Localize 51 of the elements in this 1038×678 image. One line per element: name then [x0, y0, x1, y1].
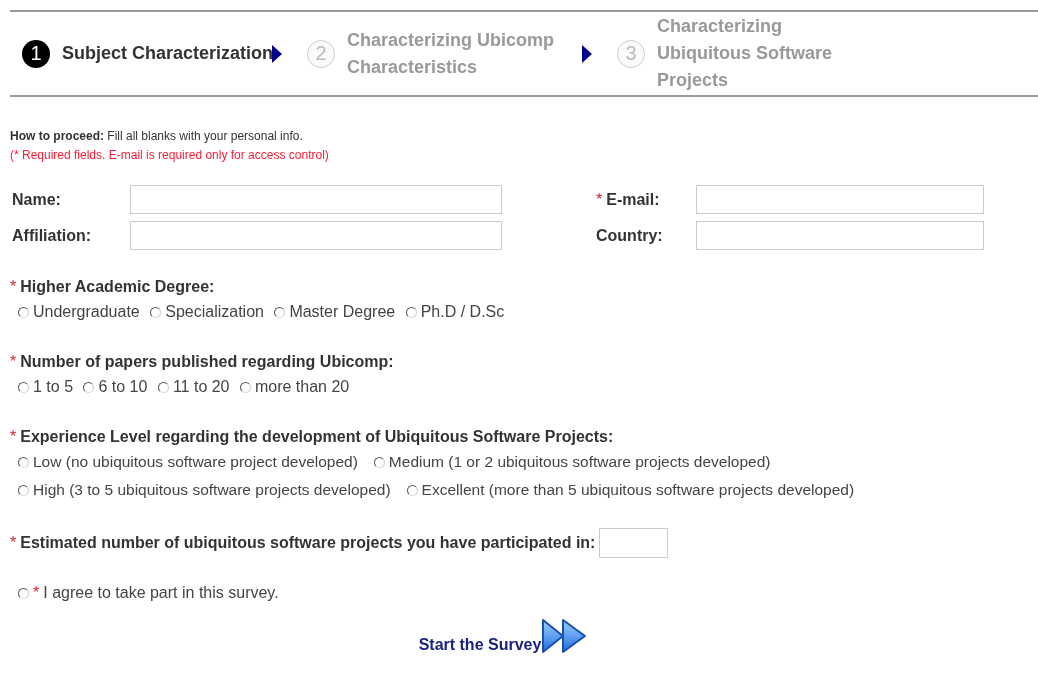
arrow-icon [272, 44, 282, 63]
radio-button[interactable] [405, 307, 417, 318]
question-title: Higher Academic Degree: [20, 278, 215, 295]
number-field[interactable] [599, 528, 669, 558]
radio-button[interactable] [274, 307, 286, 318]
text-field[interactable] [130, 221, 502, 250]
option-label[interactable]: High (3 to 5 ubiquitous software projects developed) [33, 481, 391, 498]
option-label[interactable]: 1 to 5 [33, 378, 74, 395]
option-label[interactable]: Excellent (more than 5 ubiquitous software projects developed) [421, 481, 855, 498]
radio-button[interactable] [157, 382, 169, 393]
required-mark: * [10, 278, 17, 295]
required-mark: * [33, 584, 40, 601]
radio-button[interactable] [18, 457, 29, 468]
text-field[interactable] [696, 185, 984, 214]
required-mark: * [10, 428, 17, 445]
instruction-text: How to proceed: Fill all blanks with your personal info. [10, 128, 304, 145]
option-label[interactable]: Ph.D / D.Sc [420, 303, 505, 320]
radio-button[interactable] [239, 382, 251, 393]
arrow-icon [582, 44, 592, 63]
question-title: Estimated number of ubiquitous software projects you have participated in: [20, 534, 596, 551]
radio-button[interactable] [18, 307, 29, 318]
step-tab[interactable]: 1 Subject Characterization [22, 39, 272, 68]
option-label[interactable]: Master Degree [289, 303, 396, 320]
start-survey-link[interactable]: Start the Survey [418, 636, 542, 654]
option-label[interactable]: 6 to 10 [98, 378, 148, 395]
radio-button[interactable] [406, 485, 418, 496]
option-label[interactable]: Specialization [165, 303, 264, 320]
required-mark: * [596, 190, 603, 208]
option-label[interactable]: Medium (1 or 2 ubiquitous software projects developed) [388, 453, 771, 470]
field-label: Country: [596, 226, 663, 244]
option-label[interactable]: more than 20 [254, 378, 350, 395]
radio-button[interactable] [18, 382, 29, 393]
text-field[interactable] [130, 185, 502, 214]
radio-button[interactable] [18, 588, 29, 599]
field-label: Affiliation: [12, 226, 92, 244]
text-field[interactable] [696, 221, 984, 250]
radio-button[interactable] [83, 382, 95, 393]
radio-button[interactable] [150, 307, 162, 318]
question-title: Experience Level regarding the development of Ubiquitous Software Projects: [20, 428, 614, 445]
radio-button[interactable] [373, 457, 385, 468]
question-title: Number of papers published regarding Ubicomp: [20, 353, 394, 370]
radio-button[interactable] [18, 485, 29, 496]
required-mark: * [10, 353, 17, 370]
option-label[interactable]: Undergraduate [33, 303, 140, 320]
agree-label[interactable]: I agree to take part in this survey. [43, 584, 279, 601]
field-label: Name: [12, 190, 61, 208]
field-label: E-mail: [606, 190, 660, 208]
option-label[interactable]: Low (no ubiquitous software project developed) [33, 453, 358, 470]
required-mark: * [10, 534, 17, 551]
option-label[interactable]: 11 to 20 [172, 378, 230, 395]
required-note: (* Required fields. E-mail is required only for access control) [10, 147, 330, 164]
